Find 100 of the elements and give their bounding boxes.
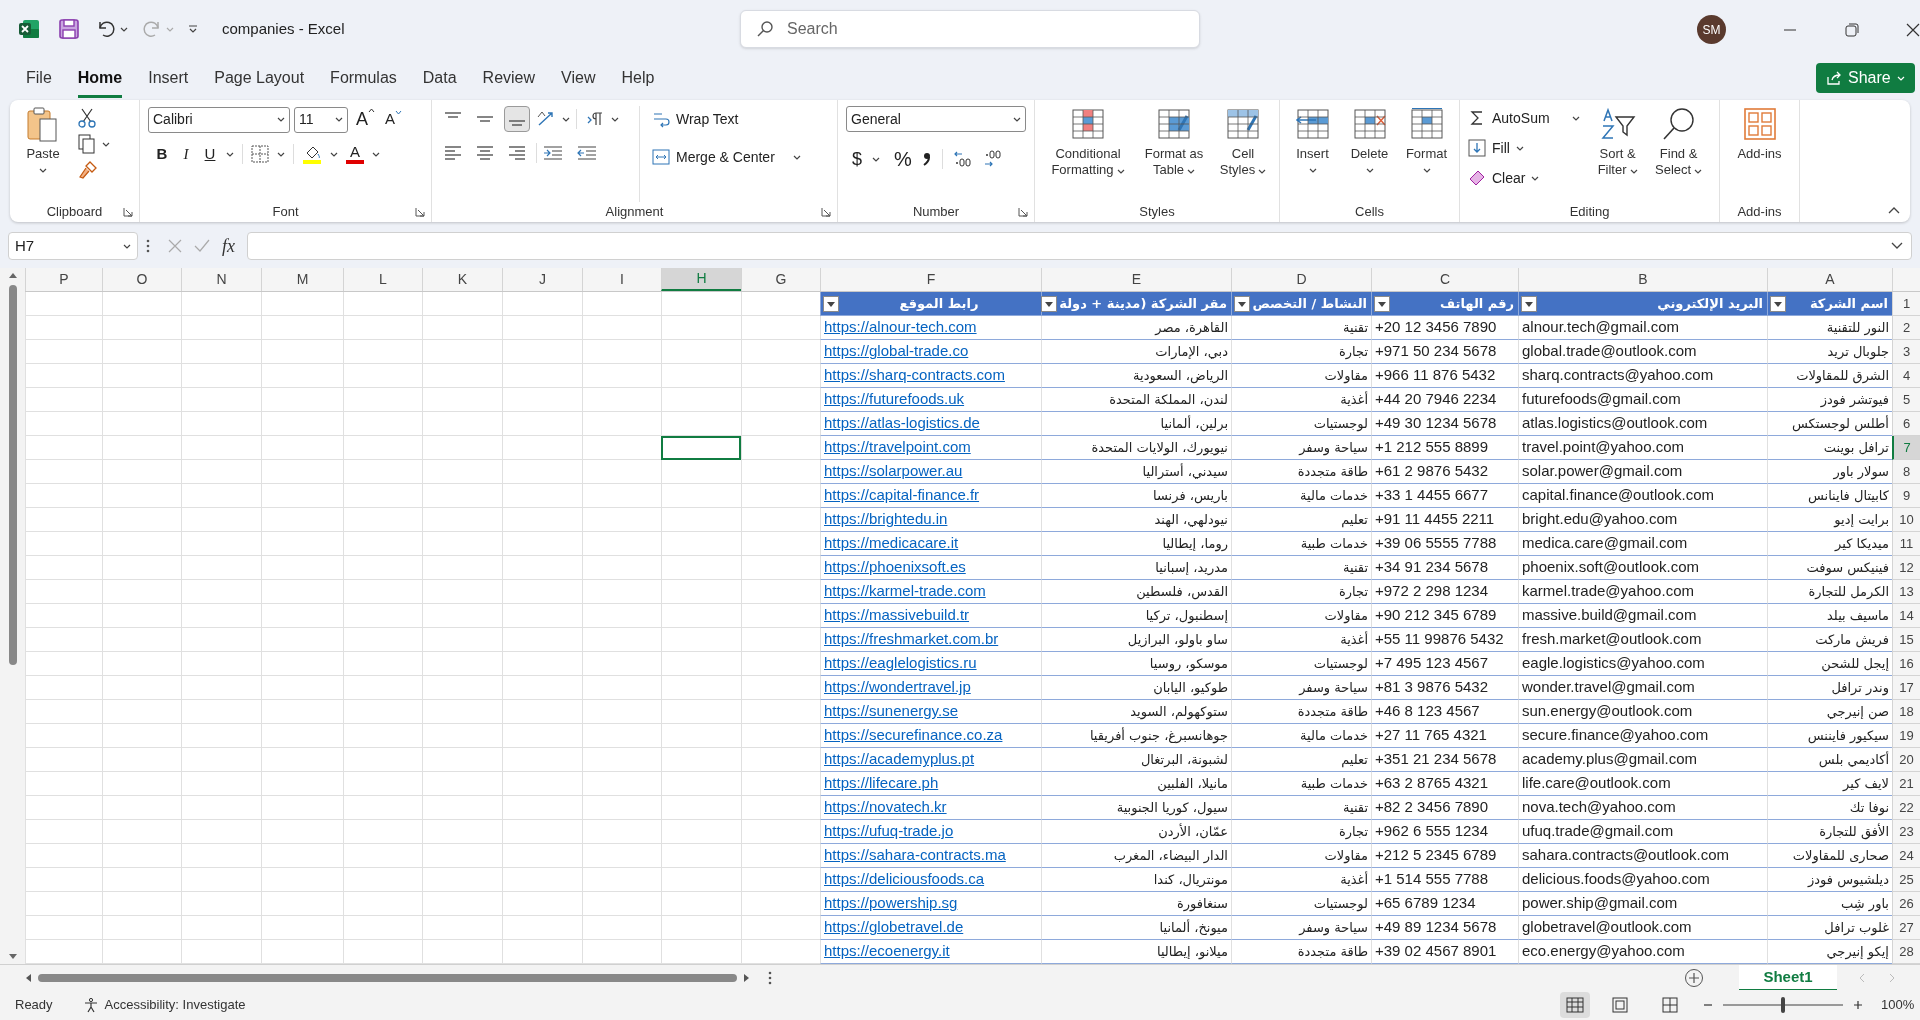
grid-cell[interactable] <box>422 820 502 844</box>
row-header[interactable]: 6 <box>1892 412 1920 436</box>
grid-cell[interactable] <box>422 676 502 700</box>
format-painter-icon[interactable] <box>78 160 98 180</box>
normal-view-icon[interactable] <box>1560 992 1590 1018</box>
grid-cell[interactable] <box>741 316 820 340</box>
grid-cell[interactable] <box>343 460 422 484</box>
grid-cell[interactable] <box>343 772 422 796</box>
link[interactable]: https://deliciousfoods.ca <box>820 868 1041 892</box>
row-header[interactable]: 25 <box>1892 868 1920 892</box>
grid-cell[interactable] <box>343 868 422 892</box>
grid-cell[interactable] <box>261 892 343 916</box>
increase-indent-icon[interactable] <box>543 145 563 161</box>
grid-cell[interactable] <box>661 652 741 676</box>
link[interactable]: https://wondertravel.jp <box>820 676 1041 700</box>
clear-button[interactable]: Clear <box>1468 166 1580 190</box>
link[interactable]: https://capital-finance.fr <box>820 484 1041 508</box>
accessibility-button[interactable]: Accessibility: Investigate <box>82 995 246 1015</box>
row-header[interactable]: 18 <box>1892 700 1920 724</box>
grid-cell[interactable] <box>102 580 181 604</box>
share-button[interactable]: Share <box>1816 63 1915 93</box>
scroll-down-icon[interactable] <box>7 953 18 960</box>
grid-cell[interactable] <box>661 868 741 892</box>
row-header[interactable]: 17 <box>1892 676 1920 700</box>
filter-button[interactable] <box>1770 295 1786 312</box>
new-sheet-icon[interactable] <box>1684 968 1704 988</box>
merge-center-button[interactable]: Merge & Center <box>652 144 801 170</box>
grid-cell[interactable] <box>181 724 261 748</box>
column-header[interactable]: A <box>1767 268 1892 291</box>
column-header[interactable]: E <box>1041 268 1231 291</box>
autosum-button[interactable]: AutoSum <box>1468 106 1580 130</box>
grid-cell[interactable] <box>582 604 661 628</box>
grid-cell[interactable] <box>181 892 261 916</box>
style-button[interactable]: Cell Styles <box>1217 106 1269 202</box>
grid-cell[interactable] <box>102 892 181 916</box>
grid-cell[interactable] <box>741 628 820 652</box>
number-format-dropdown[interactable]: General <box>846 106 1026 132</box>
grid-cell[interactable] <box>181 676 261 700</box>
row-header[interactable]: 7 <box>1892 436 1920 460</box>
grid-cell[interactable] <box>502 676 582 700</box>
grid-cell[interactable] <box>582 700 661 724</box>
grid-cell[interactable] <box>741 820 820 844</box>
dialog-launcher-icon[interactable] <box>1018 207 1028 217</box>
grid-cell[interactable] <box>25 484 102 508</box>
menu-tab[interactable]: Formulas <box>330 58 397 98</box>
link[interactable]: https://global-trade.co <box>820 340 1041 364</box>
grid-cell[interactable] <box>181 916 261 940</box>
link[interactable]: https://travelpoint.com <box>820 436 1041 460</box>
grid-cell[interactable] <box>422 604 502 628</box>
grid-cell[interactable] <box>661 700 741 724</box>
caret-icon[interactable] <box>1531 175 1540 181</box>
grid-cell[interactable] <box>343 604 422 628</box>
grid-cell[interactable] <box>102 820 181 844</box>
grid-cell[interactable] <box>181 844 261 868</box>
column-header[interactable]: L <box>343 268 422 291</box>
grid-cell[interactable] <box>261 388 343 412</box>
caret-icon[interactable] <box>1571 115 1580 121</box>
grid-cell[interactable] <box>582 916 661 940</box>
grid-cell[interactable] <box>343 316 422 340</box>
grid-cell[interactable] <box>502 460 582 484</box>
link[interactable]: https://securefinance.co.za <box>820 724 1041 748</box>
grid-cell[interactable] <box>741 508 820 532</box>
grid-cell[interactable] <box>261 724 343 748</box>
grid-cell[interactable] <box>102 772 181 796</box>
grid-cell[interactable] <box>102 604 181 628</box>
grid-cell[interactable] <box>741 388 820 412</box>
grid-cell[interactable] <box>502 292 582 316</box>
row-header[interactable]: 8 <box>1892 460 1920 484</box>
grid-cell[interactable] <box>261 868 343 892</box>
row-header[interactable]: 15 <box>1892 628 1920 652</box>
insert-function-button[interactable]: fx <box>222 232 235 260</box>
grid-cell[interactable] <box>661 364 741 388</box>
grid-cell[interactable] <box>741 436 820 460</box>
menu-tab[interactable]: File <box>26 58 52 98</box>
grid-cell[interactable] <box>102 316 181 340</box>
grid-cell[interactable] <box>422 364 502 388</box>
grid-cell[interactable] <box>102 532 181 556</box>
column-header[interactable]: N <box>181 268 261 291</box>
grid-cell[interactable] <box>25 868 102 892</box>
grid-cell[interactable] <box>261 604 343 628</box>
grid-cell[interactable] <box>343 580 422 604</box>
paragraph-direction-icon[interactable] <box>587 111 605 127</box>
scroll-up-icon[interactable] <box>7 272 18 279</box>
link[interactable]: https://powership.sg <box>820 892 1041 916</box>
caret-icon[interactable] <box>562 116 570 122</box>
percent-button[interactable]: % <box>894 144 912 174</box>
grid-cell[interactable] <box>582 532 661 556</box>
grid-cell[interactable] <box>502 412 582 436</box>
grid-cell[interactable] <box>502 532 582 556</box>
grid-cell[interactable] <box>582 796 661 820</box>
grid-cell[interactable] <box>661 292 741 316</box>
link[interactable]: https://sahara-contracts.ma <box>820 844 1041 868</box>
grid-cell[interactable] <box>582 436 661 460</box>
decrease-decimal-icon[interactable] <box>982 150 1003 168</box>
bold-button[interactable]: B <box>154 143 170 166</box>
currency-button[interactable]: $ <box>852 145 862 173</box>
increase-decimal-icon[interactable] <box>952 150 973 168</box>
grid-cell[interactable] <box>741 700 820 724</box>
caret-icon[interactable] <box>330 151 338 157</box>
grid-cell[interactable] <box>422 844 502 868</box>
